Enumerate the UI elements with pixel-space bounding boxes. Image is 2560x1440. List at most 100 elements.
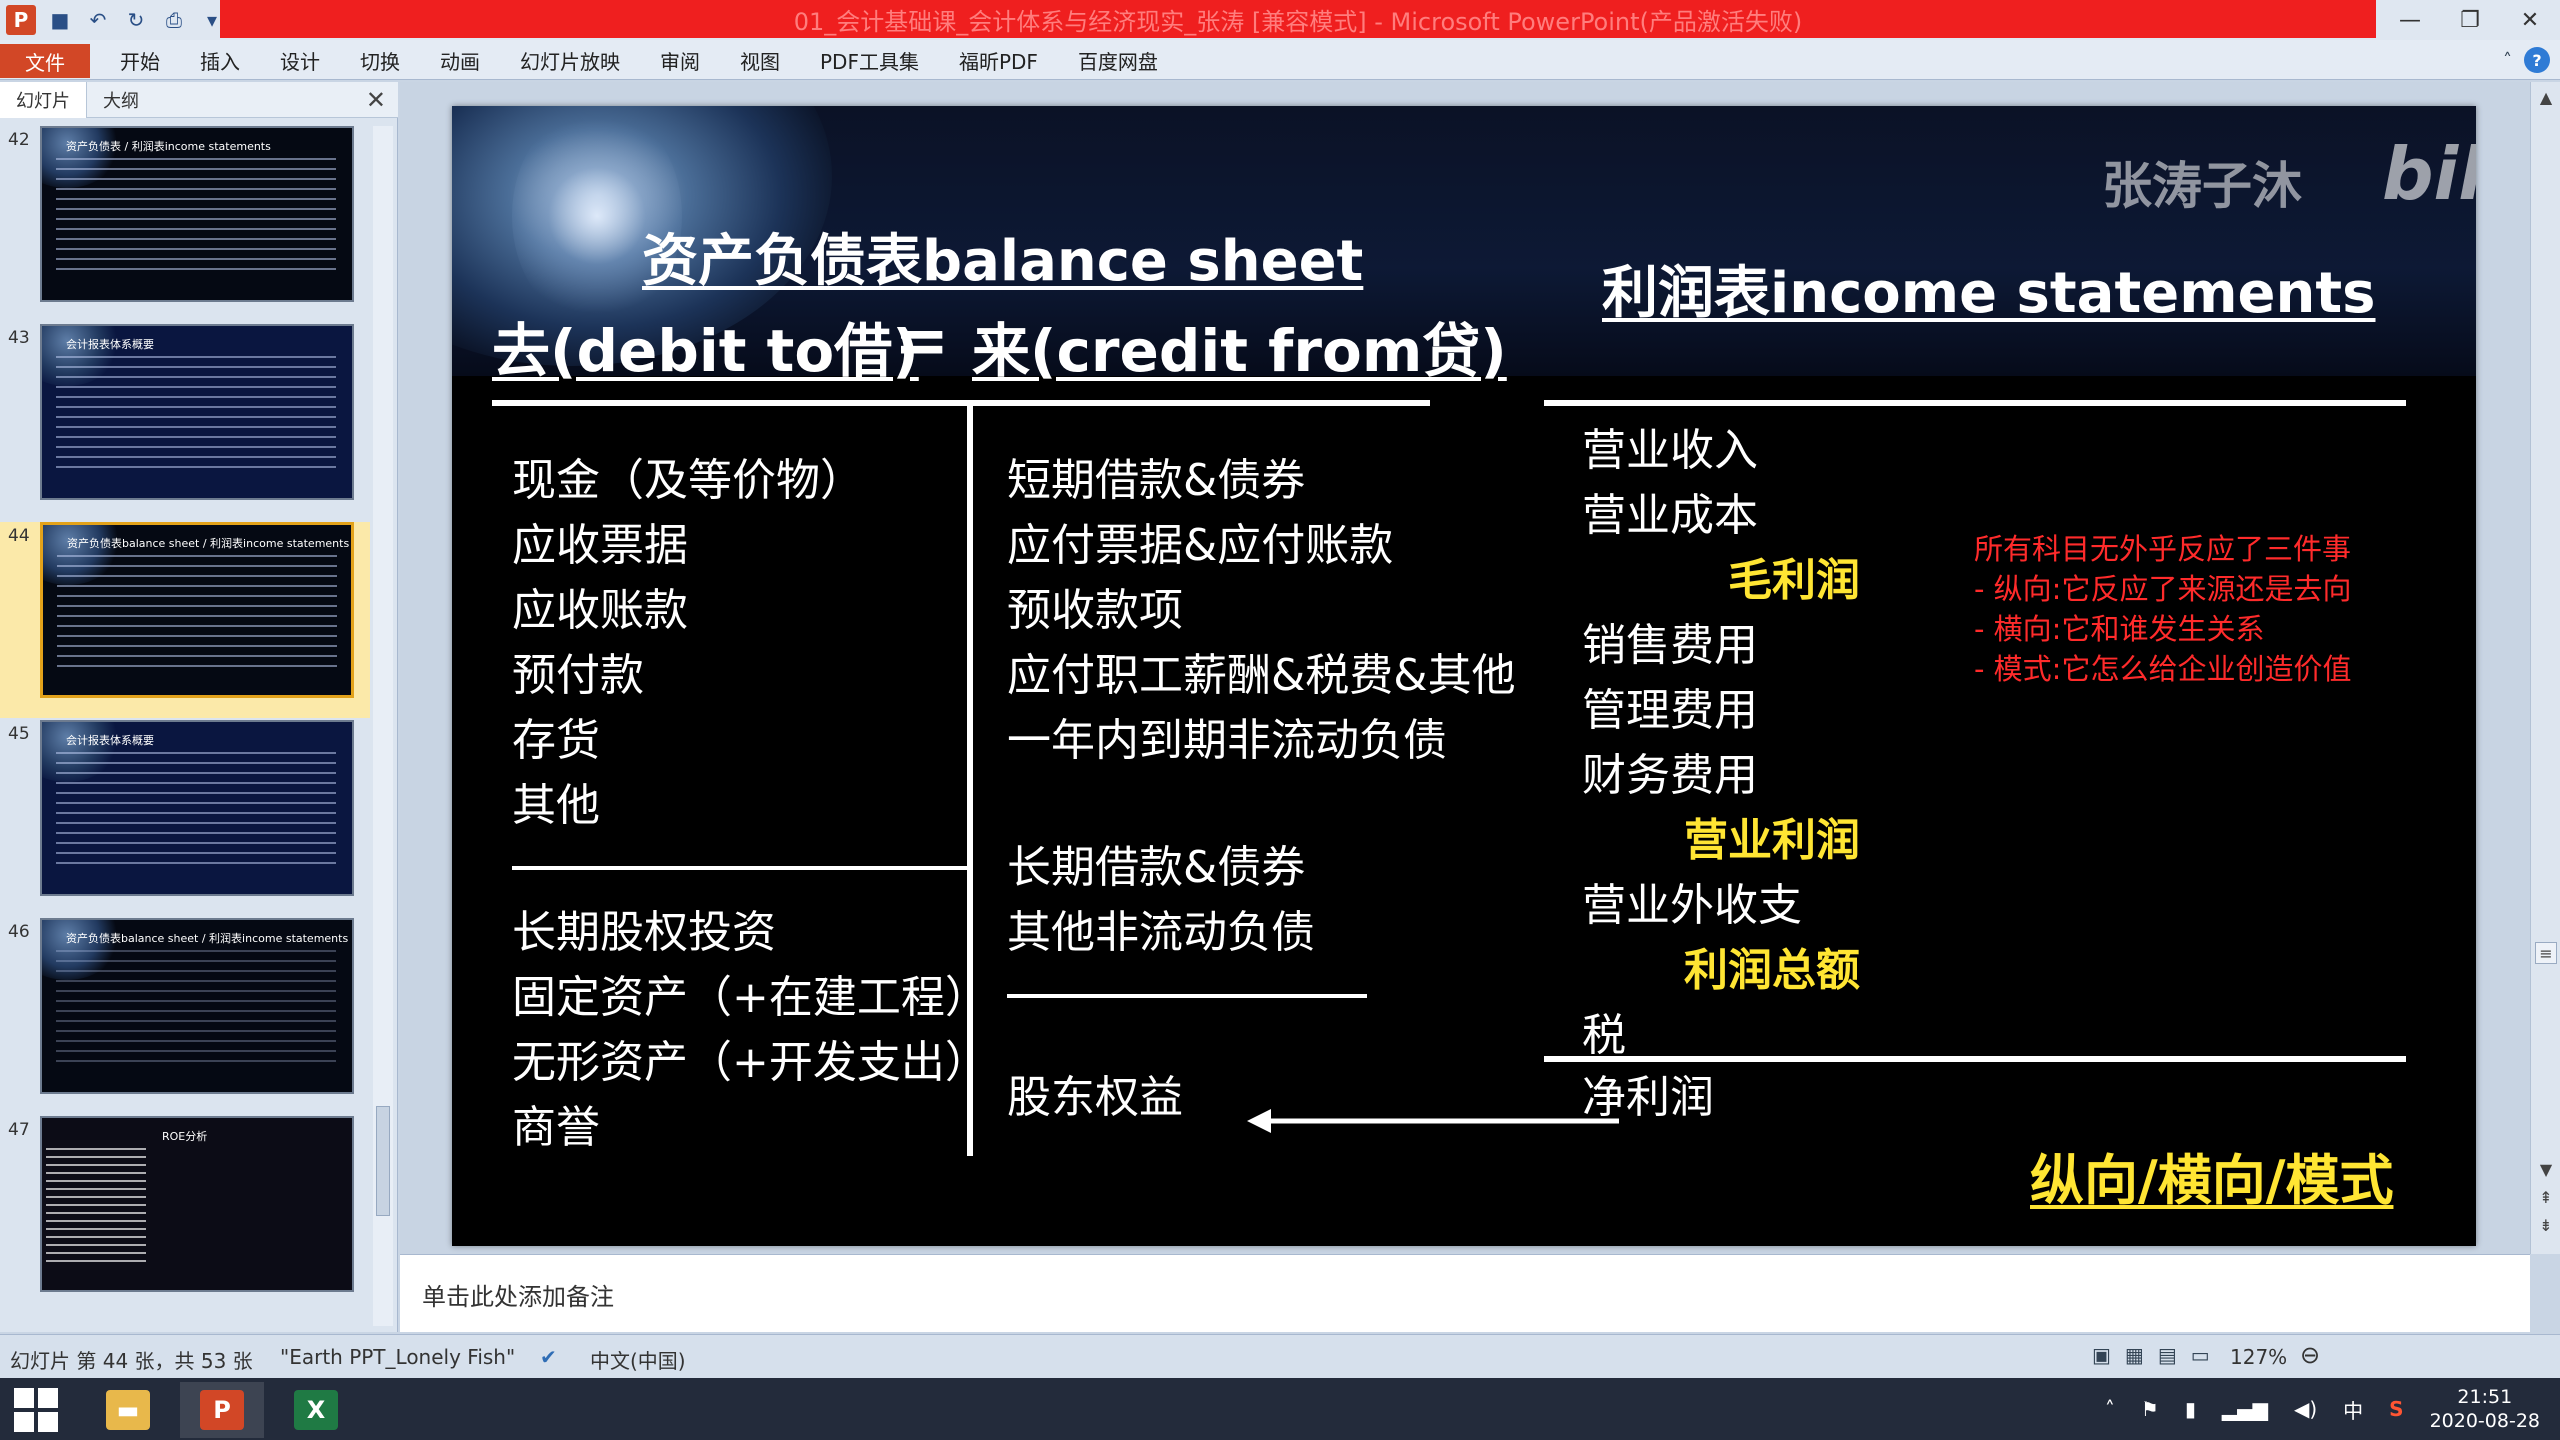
- income-item[interactable]: 营业外收支: [1582, 869, 1802, 933]
- zoom-out-icon[interactable]: ⊖: [2300, 1341, 2320, 1369]
- tab-slides[interactable]: 幻灯片: [0, 81, 87, 118]
- thumbnail-scrollbar[interactable]: [373, 126, 393, 1326]
- close-button[interactable]: ✕: [2500, 0, 2560, 40]
- asset-item[interactable]: 商誉: [512, 1091, 600, 1155]
- reading-view-icon[interactable]: ▤: [2158, 1343, 2177, 1367]
- asset-item[interactable]: 存货: [512, 704, 600, 768]
- slide-thumbnail[interactable]: 资产负债表balance sheet / 利润表income statement…: [40, 918, 354, 1094]
- note-line[interactable]: - 模式:它怎么给企业创造价值: [1974, 646, 2351, 688]
- current-slide[interactable]: 张涛子沐 bilibili 资产负债表balance sheet 去(debit…: [452, 106, 2476, 1246]
- save-icon[interactable]: ■: [46, 6, 74, 34]
- credit-heading[interactable]: 来(credit from贷): [972, 304, 1507, 388]
- slideshow-view-icon[interactable]: ▭: [2191, 1343, 2210, 1367]
- spell-check-icon[interactable]: ✔: [540, 1345, 557, 1369]
- note-line[interactable]: - 横向:它和谁发生关系: [1974, 606, 2264, 648]
- income-item[interactable]: 营业成本: [1582, 479, 1758, 543]
- undo-icon[interactable]: ↶: [84, 6, 112, 34]
- print-preview-icon[interactable]: ⎙: [160, 6, 188, 34]
- note-line[interactable]: - 纵向:它反应了来源还是去向: [1974, 566, 2351, 608]
- income-subtotal[interactable]: 利润总额: [1684, 934, 1860, 998]
- liability-item[interactable]: 应付票据&应付账款: [1007, 509, 1393, 573]
- tab-outline[interactable]: 大纲: [87, 82, 155, 118]
- tab-slideshow[interactable]: 幻灯片放映: [500, 46, 640, 75]
- asset-item[interactable]: 现金（及等价物）: [512, 444, 864, 508]
- income-statement-title[interactable]: 利润表income statements: [1602, 248, 2376, 329]
- slide-sorter-icon[interactable]: ▦: [2125, 1343, 2144, 1367]
- tab-home[interactable]: 开始: [100, 46, 180, 75]
- thumbnail-item[interactable]: 47 ROE分析: [0, 1116, 370, 1312]
- powerpoint-logo-icon[interactable]: P: [6, 5, 36, 35]
- scrollbar-thumb[interactable]: [376, 1106, 390, 1216]
- network-icon[interactable]: ▂▄▆: [2222, 1397, 2268, 1421]
- income-item[interactable]: 财务费用: [1582, 739, 1758, 803]
- balance-sheet-title[interactable]: 资产负债表balance sheet: [642, 216, 1363, 297]
- asset-item[interactable]: 无形资产（+开发支出）: [512, 1026, 967, 1090]
- notes-placeholder[interactable]: 单击此处添加备注: [422, 1277, 614, 1312]
- tab-transitions[interactable]: 切换: [340, 46, 420, 75]
- help-icon[interactable]: ?: [2524, 47, 2550, 73]
- income-item[interactable]: 营业收入: [1582, 414, 1758, 478]
- sogou-ime-icon[interactable]: S: [2389, 1397, 2403, 1421]
- slide-thumbnail[interactable]: 会计报表体系概要: [40, 324, 354, 500]
- asset-item[interactable]: 长期股权投资: [512, 896, 776, 960]
- clock[interactable]: 21:51 2020-08-28: [2430, 1385, 2540, 1433]
- minimize-button[interactable]: —: [2380, 0, 2440, 40]
- taskbar-file-explorer[interactable]: ▬: [86, 1382, 170, 1438]
- asset-item[interactable]: 应收票据: [512, 509, 688, 573]
- thumbnail-item[interactable]: 46 资产负债表balance sheet / 利润表income statem…: [0, 918, 370, 1114]
- ime-indicator[interactable]: 中: [2343, 1395, 2363, 1424]
- liability-item[interactable]: 预收款项: [1007, 574, 1183, 638]
- asset-item[interactable]: 其他: [512, 769, 600, 833]
- asset-item[interactable]: 固定资产（+在建工程）: [512, 961, 967, 1025]
- tab-pdf-tools[interactable]: PDF工具集: [800, 46, 939, 75]
- tab-animations[interactable]: 动画: [420, 46, 500, 75]
- liability-item[interactable]: 长期借款&债券: [1007, 831, 1305, 895]
- tab-file[interactable]: 文件: [0, 44, 90, 78]
- scrollbar-thumb[interactable]: ≡: [2535, 942, 2557, 964]
- tab-review[interactable]: 审阅: [640, 46, 720, 75]
- ribbon-collapse-icon[interactable]: ˄: [2503, 50, 2512, 71]
- tab-baidu-netdisk[interactable]: 百度网盘: [1058, 46, 1178, 75]
- slide-thumbnail[interactable]: 资产负债表balance sheet / 利润表income statement…: [40, 522, 354, 698]
- note-line[interactable]: 所有科目无外乎反应了三件事: [1974, 526, 2351, 568]
- liability-item[interactable]: 一年内到期非流动负债: [1007, 704, 1447, 768]
- debit-heading[interactable]: 去(debit to借): [492, 304, 919, 388]
- flag-icon[interactable]: ⚑: [2141, 1397, 2159, 1421]
- thumbnail-item-selected[interactable]: 44 资产负债表balance sheet / 利润表income statem…: [0, 522, 370, 718]
- taskbar-excel[interactable]: X: [274, 1382, 358, 1438]
- liability-item[interactable]: 短期借款&债券: [1007, 444, 1305, 508]
- volume-icon[interactable]: ◀): [2294, 1397, 2317, 1421]
- tab-insert[interactable]: 插入: [180, 46, 260, 75]
- slide-thumbnail[interactable]: ROE分析: [40, 1116, 354, 1292]
- asset-item[interactable]: 应收账款: [512, 574, 688, 638]
- tab-design[interactable]: 设计: [260, 46, 340, 75]
- language-indicator[interactable]: 中文(中国): [590, 1345, 686, 1374]
- maximize-button[interactable]: ❐: [2440, 0, 2500, 40]
- taskbar-powerpoint[interactable]: P: [180, 1382, 264, 1438]
- income-item[interactable]: 销售费用: [1582, 609, 1758, 673]
- redo-icon[interactable]: ↻: [122, 6, 150, 34]
- income-item[interactable]: 管理费用: [1582, 674, 1758, 738]
- scroll-up-icon[interactable]: ▲: [2535, 86, 2557, 108]
- summary-text[interactable]: 纵向/横向/模式: [2030, 1136, 2393, 1215]
- thumbnail-item[interactable]: 42 资产负债表 / 利润表income statements: [0, 126, 370, 322]
- income-subtotal[interactable]: 毛利润: [1728, 544, 1860, 608]
- slide-thumbnail[interactable]: 资产负债表 / 利润表income statements: [40, 126, 354, 302]
- tab-view[interactable]: 视图: [720, 46, 800, 75]
- thumbnail-item[interactable]: 43 会计报表体系概要: [0, 324, 370, 520]
- income-item[interactable]: 税: [1582, 999, 1626, 1063]
- income-subtotal[interactable]: 营业利润: [1684, 804, 1860, 868]
- scroll-down-icon[interactable]: ▼: [2535, 1158, 2557, 1180]
- windows-start-icon[interactable]: [14, 1388, 58, 1432]
- zoom-level[interactable]: 127%: [2230, 1345, 2287, 1369]
- liability-item[interactable]: 应付职工薪酬&税费&其他: [1007, 639, 1516, 703]
- close-pane-icon[interactable]: ✕: [366, 86, 386, 114]
- previous-slide-icon[interactable]: ⇞: [2535, 1186, 2557, 1208]
- thumbnail-item[interactable]: 45 会计报表体系概要: [0, 720, 370, 916]
- slide-scrollbar[interactable]: ▲ ≡ ▼ ⇞ ⇟: [2530, 82, 2560, 1254]
- normal-view-icon[interactable]: ▣: [2092, 1343, 2111, 1367]
- next-slide-icon[interactable]: ⇟: [2535, 1214, 2557, 1236]
- tray-expand-icon[interactable]: ˄: [2105, 1397, 2115, 1421]
- tab-foxit-pdf[interactable]: 福昕PDF: [939, 46, 1058, 75]
- equity-item[interactable]: 股东权益: [1007, 1061, 1183, 1125]
